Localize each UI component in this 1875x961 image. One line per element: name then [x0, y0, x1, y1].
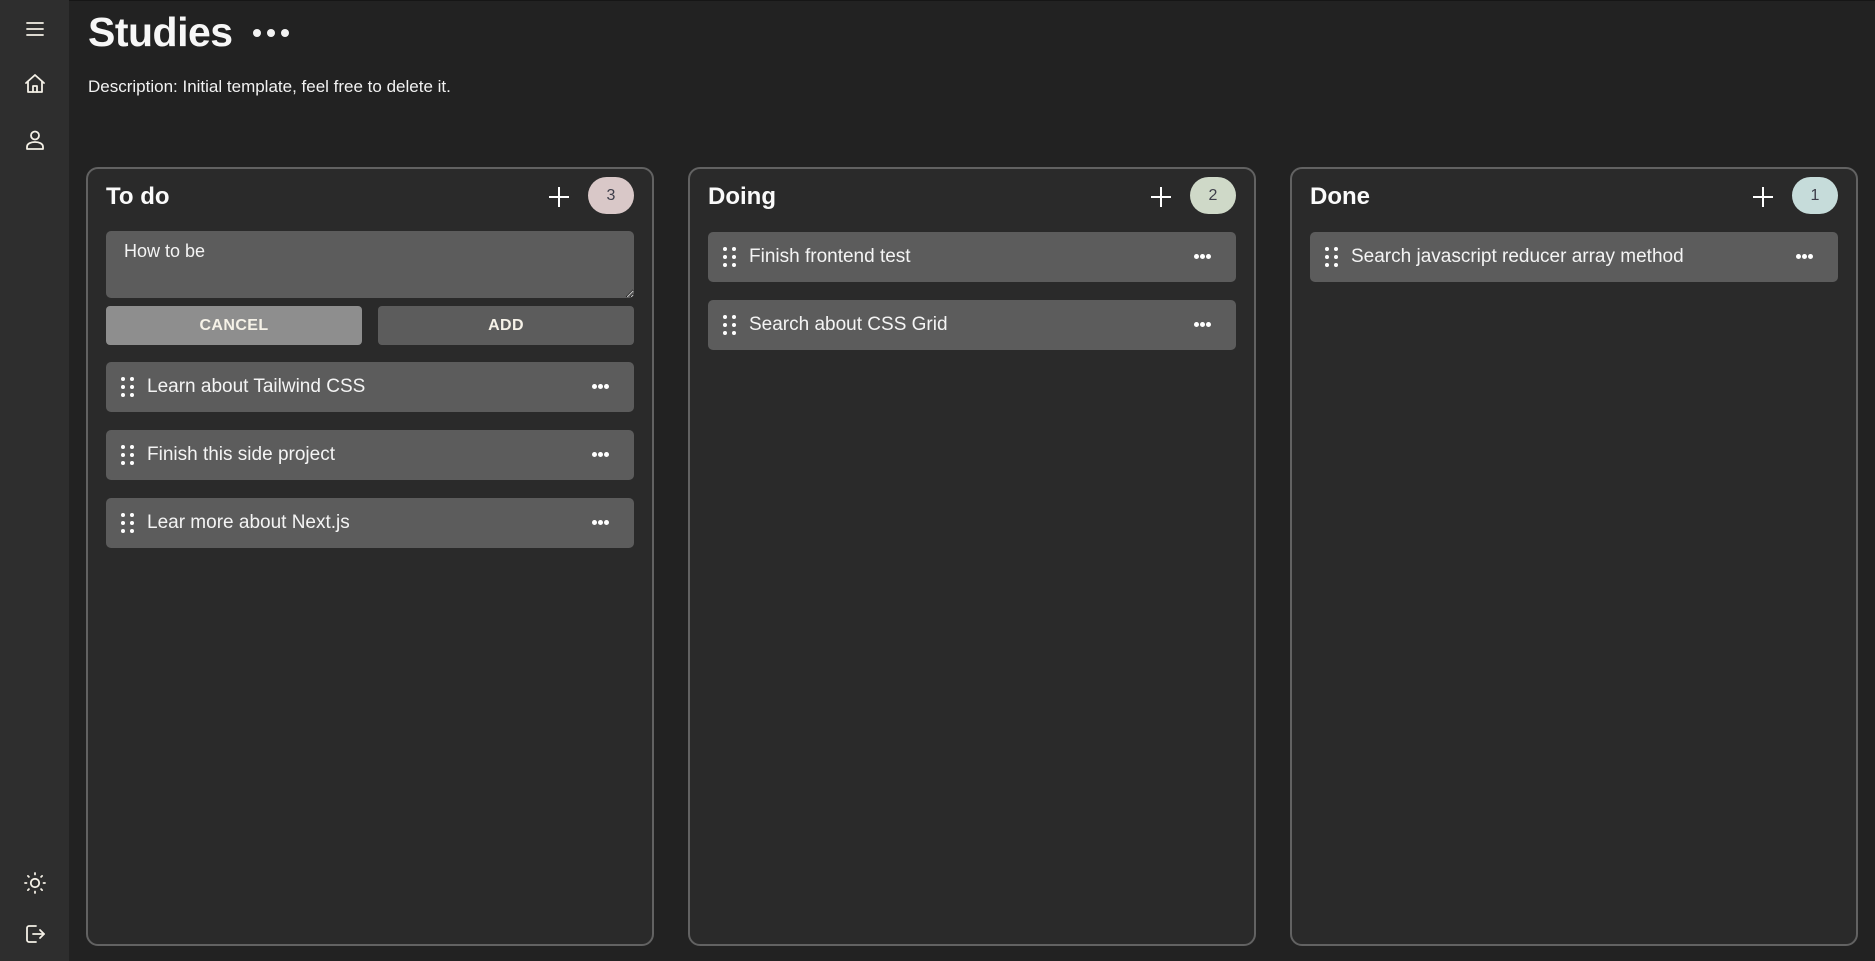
column-doing: Doing 2 Finish frontend test Search abou…: [688, 167, 1256, 946]
logout-icon[interactable]: [22, 921, 48, 947]
card-text: Finish frontend test: [749, 246, 911, 267]
more-horizontal-icon[interactable]: [592, 520, 609, 525]
page-title: Studies: [88, 9, 233, 55]
home-icon[interactable]: [22, 71, 48, 97]
card-text: Finish this side project: [147, 444, 335, 465]
sidebar: [0, 0, 69, 961]
drag-handle-icon[interactable]: [723, 247, 736, 267]
card-text: Search javascript reducer array method: [1351, 246, 1684, 267]
count-badge: 3: [588, 177, 634, 214]
count-badge: 2: [1190, 177, 1236, 214]
column-todo: To do 3 CANCEL ADD Learn about Tailwind …: [86, 167, 654, 946]
drag-handle-icon[interactable]: [121, 377, 134, 397]
card-list: Finish frontend test Search about CSS Gr…: [708, 232, 1236, 368]
board-description: Description: Initial template, feel free…: [88, 77, 451, 96]
card[interactable]: Lear more about Next.js: [106, 498, 634, 548]
card-text: Learn about Tailwind CSS: [147, 376, 366, 397]
user-icon[interactable]: [22, 127, 48, 153]
count-badge: 1: [1792, 177, 1838, 214]
new-card-input[interactable]: [106, 231, 634, 298]
drag-handle-icon[interactable]: [1325, 247, 1338, 267]
drag-handle-icon[interactable]: [121, 445, 134, 465]
plus-icon[interactable]: [1751, 185, 1775, 209]
card-list: Learn about Tailwind CSS Finish this sid…: [106, 362, 634, 566]
board-main: Studies Description: Initial template, f…: [69, 0, 1875, 961]
more-horizontal-icon[interactable]: [592, 384, 609, 389]
cancel-button[interactable]: CANCEL: [106, 306, 362, 345]
card[interactable]: Search javascript reducer array method: [1310, 232, 1838, 282]
card[interactable]: Finish this side project: [106, 430, 634, 480]
sun-icon[interactable]: [22, 870, 48, 896]
card[interactable]: Finish frontend test: [708, 232, 1236, 282]
more-horizontal-icon[interactable]: [592, 452, 609, 457]
drag-handle-icon[interactable]: [121, 513, 134, 533]
add-card-form: CANCEL ADD: [106, 231, 634, 345]
more-horizontal-icon[interactable]: [1194, 254, 1211, 259]
column-title: To do: [106, 183, 170, 210]
menu-icon[interactable]: [22, 16, 48, 42]
drag-handle-icon[interactable]: [723, 315, 736, 335]
more-horizontal-icon[interactable]: [1796, 254, 1813, 259]
card[interactable]: Learn about Tailwind CSS: [106, 362, 634, 412]
card-text: Search about CSS Grid: [749, 314, 948, 335]
more-horizontal-icon[interactable]: [1194, 322, 1211, 327]
card-text: Lear more about Next.js: [147, 512, 350, 533]
column-title: Doing: [708, 183, 776, 210]
column-done: Done 1 Search javascript reducer array m…: [1290, 167, 1858, 946]
card-list: Search javascript reducer array method: [1310, 232, 1838, 300]
card[interactable]: Search about CSS Grid: [708, 300, 1236, 350]
plus-icon[interactable]: [1149, 185, 1173, 209]
plus-icon[interactable]: [547, 185, 571, 209]
add-button[interactable]: ADD: [378, 306, 634, 345]
column-title: Done: [1310, 183, 1370, 210]
more-horizontal-icon[interactable]: [253, 25, 289, 41]
